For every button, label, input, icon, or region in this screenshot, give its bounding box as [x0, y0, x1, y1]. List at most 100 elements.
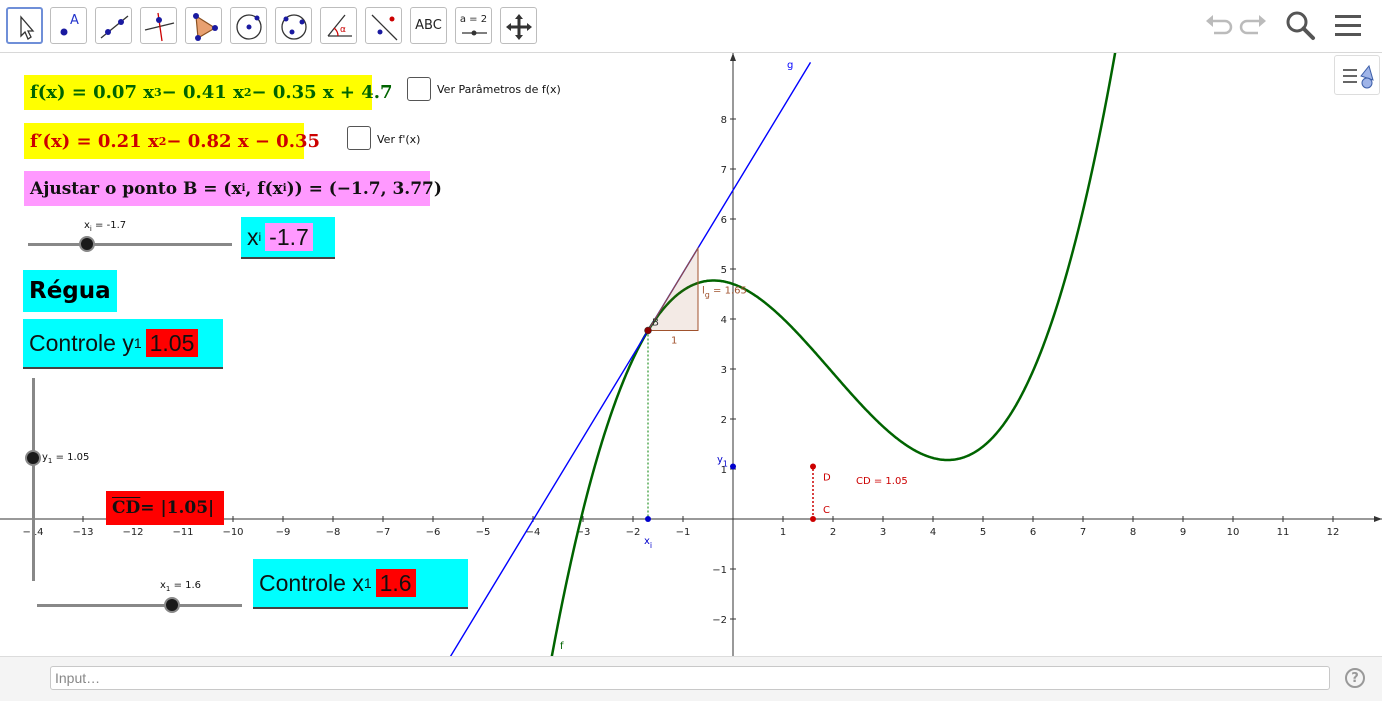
- controle-x1-box: Controle x1 1.6: [253, 559, 468, 609]
- circle-three-points-icon: [281, 14, 307, 40]
- y-tick-label: 4: [721, 315, 727, 326]
- slider-y1-track[interactable]: [32, 378, 35, 581]
- point-b-label: B: [652, 318, 659, 329]
- text-tool-button[interactable]: ABC: [410, 7, 447, 44]
- slider-xi-handle[interactable]: [78, 236, 95, 252]
- y-tick-label: 3: [721, 365, 727, 376]
- x-tick-label: −8: [326, 527, 341, 538]
- perpendicular-tool-button[interactable]: [140, 7, 177, 44]
- reflect-tool-button[interactable]: [365, 7, 402, 44]
- f-text-3: − 0.35 x + 4.7: [251, 82, 393, 103]
- x-tick-label: −11: [172, 527, 193, 538]
- input-bar-area: Input… ?: [0, 656, 1382, 701]
- slider-xi-label: xi = -1.7: [84, 220, 126, 233]
- point-d: [810, 463, 816, 470]
- algebra-input[interactable]: Input…: [50, 666, 1330, 690]
- pointb-text-2: , f(x: [245, 178, 283, 199]
- controle-y1-field[interactable]: 1.05: [145, 329, 199, 357]
- x-tick-label: 4: [930, 527, 936, 538]
- function-fprime-display: f′(x) = 0.21 x2 − 0.82 x − 0.35: [24, 123, 320, 159]
- ver-fprime-checkbox[interactable]: [347, 126, 371, 150]
- x-axis-arrow: [1374, 516, 1382, 522]
- x-tick-label: −12: [122, 527, 143, 538]
- controle-x1-label: Controle x: [259, 569, 364, 596]
- svg-text:α: α: [340, 25, 346, 35]
- angle-tool-button[interactable]: α: [320, 7, 357, 44]
- search-icon[interactable]: [1284, 9, 1318, 43]
- point-tool-button[interactable]: A: [50, 7, 87, 44]
- point-b: [644, 326, 652, 335]
- graphics-style-icon: [1343, 64, 1374, 89]
- x-tick-label: −7: [376, 527, 391, 538]
- y-tick-label: 6: [721, 215, 727, 226]
- tangent-g-label: g: [787, 60, 793, 71]
- x-tick-label: −2: [626, 527, 641, 538]
- ver-parametros-checkbox[interactable]: [407, 77, 431, 101]
- x-tick-label: 2: [830, 527, 836, 538]
- x-tick-label: 9: [1180, 527, 1186, 538]
- slider-xi-value: = -1.7: [91, 220, 127, 231]
- move-arrow-icon: [20, 15, 35, 40]
- y-axis-arrow: [730, 53, 736, 61]
- function-f-curve: [550, 53, 1117, 656]
- xi-input-box: xi -1.7: [241, 217, 335, 259]
- y-tick-label: 7: [721, 165, 727, 176]
- polygon-tool-button[interactable]: [185, 7, 222, 44]
- xi-input-field[interactable]: -1.7: [265, 223, 313, 251]
- f-exp-2: 2: [243, 86, 252, 99]
- x-tick-label: 10: [1227, 527, 1240, 538]
- move-graphics-tool-button[interactable]: [500, 7, 537, 44]
- x-tick-label: −1: [676, 527, 691, 538]
- cd-value-text: = |1.05|: [140, 498, 215, 518]
- controle-y1-sub: 1: [133, 335, 142, 351]
- line-icon: [100, 15, 129, 39]
- circle-three-points-tool-button[interactable]: [275, 7, 312, 44]
- point-d-label: D: [823, 473, 831, 484]
- x-tick-label: 5: [980, 527, 986, 538]
- xi-input-label: x: [247, 223, 259, 250]
- x-tick-label: 6: [1030, 527, 1036, 538]
- controle-y1-label: Controle y: [29, 329, 134, 356]
- toolbar: A α ABC a = 2: [0, 0, 1382, 53]
- regua-label: Régua: [23, 270, 117, 312]
- f-curve-label: f: [560, 641, 564, 652]
- controle-x1-sub: 1: [363, 575, 372, 591]
- line-tool-button[interactable]: [95, 7, 132, 44]
- f-text-2: − 0.41 x: [161, 82, 244, 103]
- fprime-text-2: − 0.82 x − 0.35: [166, 130, 321, 152]
- cd-length-label: CD = 1.05: [856, 476, 908, 487]
- circle-tool-button[interactable]: [230, 7, 267, 44]
- redo-icon[interactable]: [1238, 9, 1270, 41]
- x-tick-label: −6: [426, 527, 441, 538]
- xi-input-sub: i: [258, 230, 262, 244]
- graphics-view[interactable]: −14−13−12−11−10−9−8−7−6−5−4−3−2−11234567…: [0, 53, 1382, 656]
- x-tick-label: 12: [1327, 527, 1340, 538]
- x-tick-label: 1: [780, 527, 786, 538]
- move-tool-button[interactable]: [6, 7, 43, 44]
- y-tick-label: 8: [721, 115, 727, 126]
- point-y1: [730, 463, 736, 470]
- function-f-display: f(x) = 0.07 x3 − 0.41 x2 − 0.35 x + 4.7: [24, 75, 393, 110]
- undo-icon[interactable]: [1202, 9, 1234, 41]
- perpendicular-line-icon: [144, 12, 175, 42]
- slope-run-label: 1: [671, 336, 677, 347]
- cd-length-display: CD = |1.05|: [106, 491, 224, 525]
- angle-icon: α: [327, 14, 352, 37]
- slope-value-label: lg = 1.65: [702, 285, 747, 299]
- slider-tool-button[interactable]: a = 2: [455, 7, 492, 44]
- ver-fprime-label: Ver f'(x): [377, 133, 421, 146]
- y-tick-label: 2: [721, 415, 727, 426]
- point-xi-label: xi: [644, 536, 652, 550]
- controle-x1-field[interactable]: 1.6: [375, 569, 416, 597]
- slider-x1-track[interactable]: [37, 604, 242, 607]
- slider-xi-track[interactable]: [28, 243, 232, 246]
- pointb-text-3: )) = (−1.7, 3.77): [286, 178, 442, 199]
- style-bar-button[interactable]: [1334, 55, 1380, 95]
- menu-icon[interactable]: [1332, 9, 1364, 43]
- f-exp-1: 3: [153, 86, 162, 99]
- controle-y1-box: Controle y1 1.05: [23, 319, 223, 369]
- help-icon[interactable]: ?: [1345, 668, 1365, 688]
- point-b-display: Ajustar o ponto B = (x i, f(x i)) = (−1.7,…: [24, 171, 442, 206]
- slider-icon: [462, 30, 487, 36]
- pointb-text-1: Ajustar o ponto B = (x: [30, 178, 242, 199]
